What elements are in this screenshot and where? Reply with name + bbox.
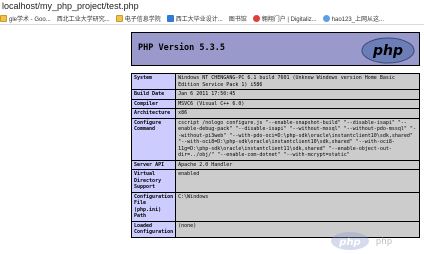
page-content: PHP Version 5.3.5 php System Windows NT … xyxy=(0,26,424,254)
globe-icon xyxy=(322,14,330,22)
bookmark-label: 翱翔门户 | Digitaliz... xyxy=(261,16,317,23)
table-row: Compiler MSVC6 (Visual C++ 6.0) xyxy=(130,98,420,109)
bookmark-label: 西工大毕业设计... xyxy=(175,16,223,23)
bookmark-label: 西北工业大学研究... xyxy=(56,16,110,23)
address-bar[interactable]: localhost/my_php_project/test.php xyxy=(0,0,424,12)
table-row: Virtual Directory Support enabled xyxy=(130,169,420,193)
bookmark-label: 电子信息学院 xyxy=(124,16,161,23)
row-value: x86 xyxy=(175,108,420,119)
site-icon xyxy=(166,14,174,22)
bookmarks-bar: gle学术 - Goo... 西北工业大学研究... 电子信息学院 西工大毕业设… xyxy=(0,12,424,25)
row-value: (none) xyxy=(175,220,420,238)
row-key: System xyxy=(130,73,177,90)
row-value: enabled xyxy=(175,169,420,193)
row-value: Apache 2.0 Handler xyxy=(175,159,420,170)
table-row: Configuration File (php.ini) Path C:\Win… xyxy=(130,191,420,222)
row-key: Virtual Directory Support xyxy=(130,169,177,193)
row-key: Architecture xyxy=(130,108,177,119)
row-value: cscript /nologo configure.js "--enable-s… xyxy=(175,117,420,161)
table-row: Build Date Jan 6 2011 17:50:45 xyxy=(130,89,420,100)
php-header: PHP Version 5.3.5 php xyxy=(131,32,420,66)
url-text[interactable]: localhost/my_php_project/test.php xyxy=(0,1,139,11)
folder-icon xyxy=(0,14,7,22)
row-key: Configuration File (php.ini) Path xyxy=(130,191,177,222)
bookmark-item[interactable]: 电子信息学院 xyxy=(115,14,161,23)
bookmark-item[interactable]: 图书馆 xyxy=(229,14,247,23)
pin-icon xyxy=(252,14,260,22)
php-info-table: System Windows NT CHENGANG-PC 6.1 build … xyxy=(130,73,420,238)
row-value: C:\Windows xyxy=(175,191,420,222)
bookmark-item[interactable]: gle学术 - Goo... xyxy=(0,14,51,23)
watermark-logo-icon: php xyxy=(331,232,369,250)
row-key: Server API xyxy=(130,159,177,170)
folder-icon xyxy=(115,14,123,22)
table-row: Configure Command cscript /nologo config… xyxy=(130,117,420,161)
row-value: Jan 6 2011 17:50:45 xyxy=(175,89,420,100)
bookmark-item[interactable]: hao123_上网从这... xyxy=(322,14,385,23)
bookmark-label: gle学术 - Goo... xyxy=(9,16,51,23)
row-key: Configure Command xyxy=(130,117,177,161)
table-row: System Windows NT CHENGANG-PC 6.1 build … xyxy=(130,73,420,90)
row-value: Windows NT CHENGANG-PC 6.1 build 7601 (U… xyxy=(175,73,420,90)
row-key: Build Date xyxy=(130,89,177,100)
bookmark-item[interactable]: 西工大毕业设计... xyxy=(166,14,223,23)
php-logo-text: php xyxy=(372,43,403,59)
php-version-title: PHP Version 5.3.5 xyxy=(138,43,225,53)
bookmark-item[interactable]: 西北工业大学研究... xyxy=(57,14,110,23)
table-row: Loaded Configuration (none) xyxy=(130,220,420,238)
bookmark-item[interactable]: 翱翔门户 | Digitaliz... xyxy=(252,14,317,23)
row-key: Loaded Configuration xyxy=(130,220,177,238)
bookmark-label: 图书馆 xyxy=(228,16,247,23)
php-logo-icon: php xyxy=(361,37,415,64)
table-row: Server API Apache 2.0 Handler xyxy=(130,159,420,170)
row-value: MSVC6 (Visual C++ 6.0) xyxy=(175,98,420,109)
table-row: Architecture x86 xyxy=(130,108,420,119)
bookmark-label: hao123_上网从这... xyxy=(331,16,385,23)
watermark-text: php xyxy=(376,236,393,246)
watermark-logo-text: php xyxy=(338,237,360,248)
row-key: Compiler xyxy=(130,98,177,109)
